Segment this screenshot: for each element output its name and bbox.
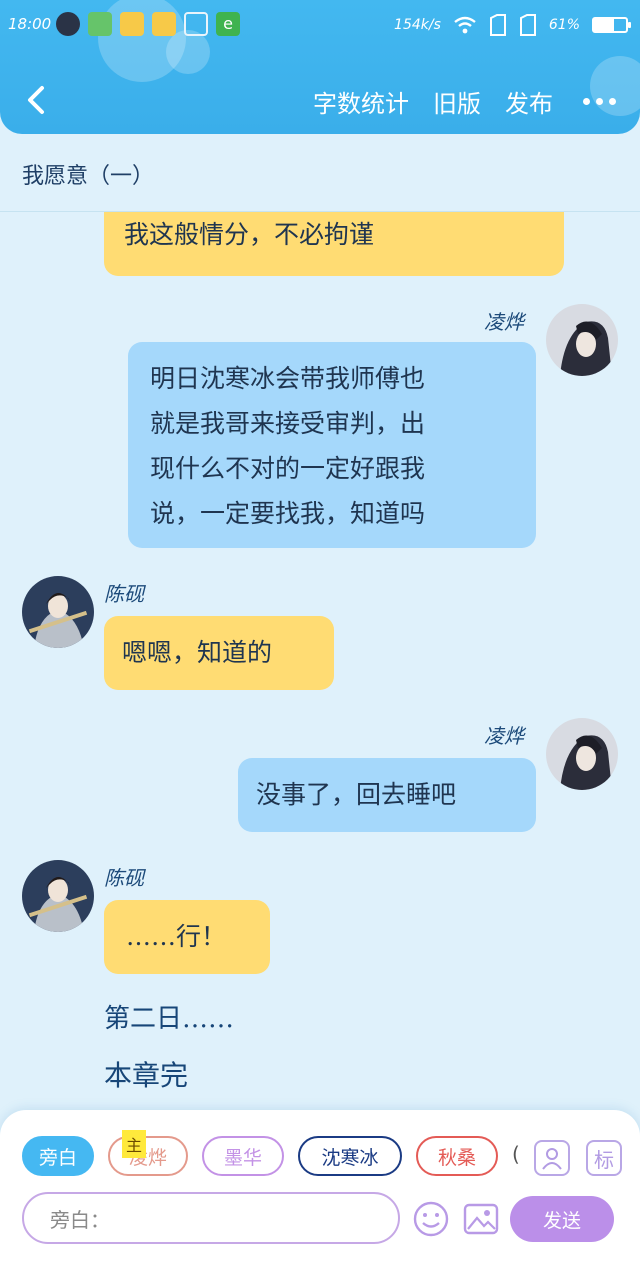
narration-text[interactable]: 第二日…… [104,998,234,1035]
chip-qiusang[interactable]: 秋桑 [416,1136,498,1176]
message-text: 嗯嗯，知道的 [122,638,273,667]
notification-icons: e [56,12,240,36]
cleaner-notification-icon [184,12,208,36]
chat-bubble[interactable]: 明日沈寒冰会带我师傅也 就是我哥来接受审判，出 现什么不对的一定好跟我 说，一定… [128,342,536,548]
message-line: 明日沈寒冰会带我师傅也 [150,364,426,393]
speaker-name: 凌烨 [484,724,524,748]
status-time: 18:00 [8,15,52,33]
chip-narrator[interactable]: 旁白 [22,1136,94,1176]
chat-bubble[interactable]: 我这般情分，不必拘谨 [104,212,564,276]
network-speed: 154k/s [394,17,441,33]
mark-button[interactable]: 标 [586,1140,622,1176]
message-text: 没事了，回去睡吧 [256,780,457,809]
android-notification-icon [88,12,112,36]
chapter-title-bar: 我愿意（一） [0,134,640,212]
more-icon[interactable] [583,98,616,105]
chapter-end-text[interactable]: 本章完 [104,1054,188,1094]
browser-notification-icon: e [216,12,240,36]
message-input[interactable]: 旁白： [22,1192,400,1244]
battery-icon [592,17,631,33]
message-line: 现什么不对的一定好跟我 [150,454,426,483]
avatar-chenyan[interactable] [22,576,94,648]
chapter-title: 我愿意（一） [22,164,155,189]
character-chips: 旁白 凌烨 主 墨华 沈寒冰 秋桑 ( [22,1130,622,1180]
chip-lingye[interactable]: 凌烨 [108,1136,188,1176]
avatar-lingye[interactable] [546,304,618,376]
battery-percent: 61% [548,17,580,33]
chat-area[interactable]: 我这般情分，不必拘谨 凌烨 明日沈寒冰会带我师傅也 就是我哥来接受审判，出 现什… [0,212,640,1110]
person-icon [542,1148,562,1170]
sim2-icon [519,14,536,36]
chip-mohua[interactable]: 墨华 [202,1136,284,1176]
nav-bar: 字数统计 旧版 发布 [0,70,640,130]
publish-button[interactable]: 发布 [505,84,553,119]
chat-bubble[interactable]: ……行！ [104,900,270,974]
avatar-lingye[interactable] [546,718,618,790]
profile-notification-icon [56,12,80,36]
status-bar: 18:00 e 154k/s 61% [0,0,640,52]
character-select-button[interactable] [534,1140,570,1176]
old-version-button[interactable]: 旧版 [433,84,481,119]
word-count-button[interactable]: 字数统计 [313,84,409,119]
wifi-icon [454,16,476,34]
message-line: 说，一定要找我，知道吗 [150,499,426,528]
message-text: ……行！ [126,922,227,951]
speaker-name: 陈砚 [104,582,144,606]
folder-notification-icon [120,12,144,36]
message-text: 我这般情分，不必拘谨 [124,220,375,249]
sim1-icon [489,14,506,36]
nav-actions: 字数统计 旧版 发布 [313,84,616,119]
status-right: 154k/s 61% [394,14,631,36]
speaker-name: 凌烨 [484,310,524,334]
avatar-chenyan[interactable] [22,860,94,932]
input-panel: 旁白 凌烨 主 墨华 沈寒冰 秋桑 ( 标 旁白： 发送 [0,1110,640,1280]
image-icon[interactable] [462,1200,500,1238]
chip-overflow[interactable]: ( [512,1142,520,1166]
send-button[interactable]: 发送 [510,1196,614,1242]
message-line: 就是我哥来接受审判，出 [150,409,426,438]
chat-bubble[interactable]: 嗯嗯，知道的 [104,616,334,690]
chip-shenhanbing[interactable]: 沈寒冰 [298,1136,402,1176]
speaker-name: 陈砚 [104,866,144,890]
emoji-icon[interactable] [412,1200,450,1238]
input-placeholder: 旁白： [50,1207,110,1232]
main-character-tag: 主 [122,1130,146,1158]
battery-level [594,19,614,31]
chat-bubble[interactable]: 没事了，回去睡吧 [238,758,536,832]
back-button[interactable] [20,82,56,118]
top-header: 18:00 e 154k/s 61% 字数统计 旧版 发布 [0,0,640,134]
folder-notification-icon [152,12,176,36]
